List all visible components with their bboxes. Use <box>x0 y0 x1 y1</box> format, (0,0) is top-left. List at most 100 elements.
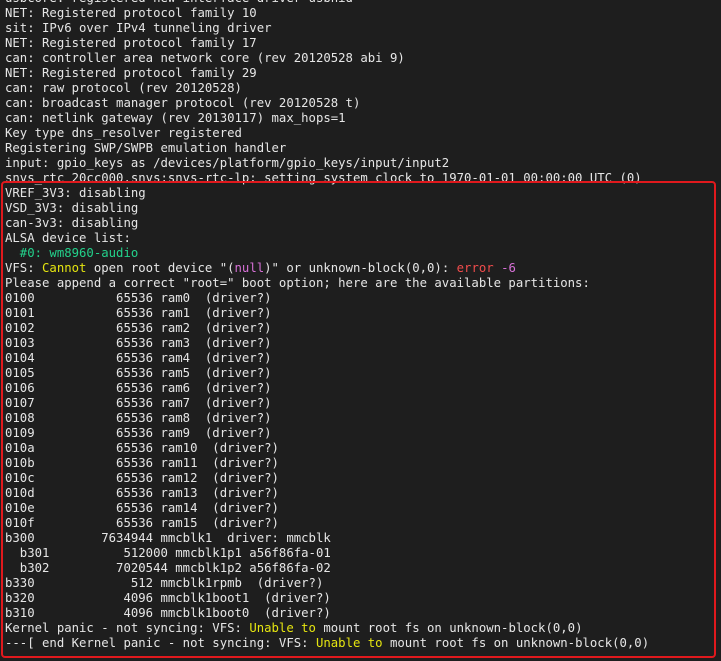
terminal-text-segment: ---[ end Kernel panic - not syncing: VFS… <box>5 636 316 650</box>
terminal-line: 0101 65536 ram1 (driver?) <box>5 306 649 321</box>
terminal-text-segment: b310 4096 mmcblk1boot0 (driver?) <box>5 606 331 620</box>
terminal-text-segment: 010b 65536 ram11 (driver?) <box>5 456 279 470</box>
terminal-line: ALSA device list: <box>5 231 649 246</box>
terminal-line: Kernel panic - not syncing: VFS: Unable … <box>5 621 649 636</box>
terminal-text-segment: 010c 65536 ram12 (driver?) <box>5 471 279 485</box>
terminal-line: can-3v3: disabling <box>5 216 649 231</box>
terminal-line: can: controller area network core (rev 2… <box>5 51 649 66</box>
terminal-line: can: netlink gateway (rev 20130117) max_… <box>5 111 649 126</box>
terminal-line: 010e 65536 ram14 (driver?) <box>5 501 649 516</box>
terminal-text-segment: Unable to <box>315 636 383 650</box>
terminal-line: VREF_3V3: disabling <box>5 186 649 201</box>
terminal-line: b302 7020544 mmcblk1p2 a56f86fa-02 <box>5 561 649 576</box>
terminal-text-segment: null <box>234 261 265 275</box>
terminal-line: 0100 65536 ram0 (driver?) <box>5 291 649 306</box>
terminal-window[interactable]: usbcore: registered new interface driver… <box>0 0 721 661</box>
terminal-text-segment: Key type dns_resolver registered <box>5 126 242 140</box>
terminal-text-segment: usbcore: registered new interface driver… <box>5 0 353 5</box>
terminal-text-segment: 010d 65536 ram13 (driver?) <box>5 486 279 500</box>
terminal-text-segment: can: broadcast manager protocol (rev 201… <box>5 96 361 110</box>
terminal-text-segment: snvs_rtc 20cc000.snvs:snvs-rtc-lp: setti… <box>5 171 642 185</box>
terminal-line: b301 512000 mmcblk1p1 a56f86fa-01 <box>5 546 649 561</box>
terminal-text-segment: Please append a correct "root=" boot opt… <box>5 276 590 290</box>
terminal-line: 010f 65536 ram15 (driver?) <box>5 516 649 531</box>
terminal-text-segment: b301 512000 mmcblk1p1 a56f86fa-01 <box>5 546 331 560</box>
terminal-line: can: raw protocol (rev 20120528) <box>5 81 649 96</box>
terminal-line: b300 7634944 mmcblk1 driver: mmcblk <box>5 531 649 546</box>
terminal-line: 0109 65536 ram9 (driver?) <box>5 426 649 441</box>
terminal-line: ---[ end Kernel panic - not syncing: VFS… <box>5 636 649 651</box>
terminal-line: NET: Registered protocol family 17 <box>5 36 649 51</box>
terminal-line: b320 4096 mmcblk1boot1 (driver?) <box>5 591 649 606</box>
terminal-text-segment: can-3v3: disabling <box>5 216 139 230</box>
terminal-text-segment: can: raw protocol (rev 20120528) <box>5 81 242 95</box>
terminal-text-segment: 0109 65536 ram9 (driver?) <box>5 426 272 440</box>
terminal-text-segment: can: netlink gateway (rev 20130117) max_… <box>5 111 346 125</box>
terminal-text-segment: b300 7634944 mmcblk1 driver: mmcblk <box>5 531 331 545</box>
terminal-text-segment: )" or unknown-block(0,0): <box>264 261 457 275</box>
terminal-line: 010b 65536 ram11 (driver?) <box>5 456 649 471</box>
terminal-line: can: broadcast manager protocol (rev 201… <box>5 96 649 111</box>
terminal-output: usbcore: registered new interface driver… <box>5 0 649 651</box>
terminal-text-segment: error <box>456 261 494 275</box>
terminal-text-segment: VFS: <box>5 261 43 275</box>
terminal-text-segment: b302 7020544 mmcblk1p2 a56f86fa-02 <box>5 561 331 575</box>
terminal-text-segment: 0100 65536 ram0 (driver?) <box>5 291 272 305</box>
terminal-line: 0103 65536 ram3 (driver?) <box>5 336 649 351</box>
terminal-line: #0: wm8960-audio <box>5 246 649 261</box>
terminal-text-segment: 0102 65536 ram2 (driver?) <box>5 321 272 335</box>
terminal-line: NET: Registered protocol family 10 <box>5 6 649 21</box>
terminal-line: 010c 65536 ram12 (driver?) <box>5 471 649 486</box>
terminal-text-segment: 010e 65536 ram14 (driver?) <box>5 501 279 515</box>
terminal-line: b330 512 mmcblk1rpmb (driver?) <box>5 576 649 591</box>
terminal-text-segment: 0104 65536 ram4 (driver?) <box>5 351 272 365</box>
terminal-text-segment: 0106 65536 ram6 (driver?) <box>5 381 272 395</box>
terminal-text-segment: 010a 65536 ram10 (driver?) <box>5 441 279 455</box>
terminal-line: 010d 65536 ram13 (driver?) <box>5 486 649 501</box>
terminal-line: b310 4096 mmcblk1boot0 (driver?) <box>5 606 649 621</box>
terminal-line: Registering SWP/SWPB emulation handler <box>5 141 649 156</box>
terminal-text-segment: 0107 65536 ram7 (driver?) <box>5 396 272 410</box>
terminal-line: 0107 65536 ram7 (driver?) <box>5 396 649 411</box>
terminal-text-segment: can: controller area network core (rev 2… <box>5 51 405 65</box>
terminal-line: NET: Registered protocol family 29 <box>5 66 649 81</box>
terminal-line: Key type dns_resolver registered <box>5 126 649 141</box>
terminal-text-segment: 0105 65536 ram5 (driver?) <box>5 366 272 380</box>
terminal-text-segment: VREF_3V3: disabling <box>5 186 146 200</box>
terminal-line: 010a 65536 ram10 (driver?) <box>5 441 649 456</box>
terminal-text-segment: -6 <box>501 261 516 275</box>
terminal-text-segment: Kernel panic - not syncing: VFS: <box>5 621 250 635</box>
terminal-text-segment: sit: IPv6 over IPv4 tunneling driver <box>5 21 272 35</box>
terminal-text-segment: input: gpio_keys as /devices/platform/gp… <box>5 156 450 170</box>
terminal-line: 0102 65536 ram2 (driver?) <box>5 321 649 336</box>
terminal-text-segment: NET: Registered protocol family 29 <box>5 66 257 80</box>
terminal-line: 0105 65536 ram5 (driver?) <box>5 366 649 381</box>
terminal-text-segment: 0101 65536 ram1 (driver?) <box>5 306 272 320</box>
terminal-text-segment: VSD_3V3: disabling <box>5 201 139 215</box>
terminal-text-segment: mount root fs on unknown-block(0,0) <box>382 636 650 650</box>
terminal-text-segment: Cannot <box>42 261 87 275</box>
terminal-line: VSD_3V3: disabling <box>5 201 649 216</box>
terminal-line: 0104 65536 ram4 (driver?) <box>5 351 649 366</box>
terminal-text-segment: NET: Registered protocol family 17 <box>5 36 257 50</box>
terminal-text-segment: open root device "( <box>86 261 235 275</box>
terminal-text-segment: 0103 65536 ram3 (driver?) <box>5 336 272 350</box>
terminal-text-segment: ALSA device list: <box>5 231 131 245</box>
terminal-text-segment: mount root fs on unknown-block(0,0) <box>315 621 583 635</box>
terminal-line: snvs_rtc 20cc000.snvs:snvs-rtc-lp: setti… <box>5 171 649 186</box>
terminal-line: Please append a correct "root=" boot opt… <box>5 276 649 291</box>
terminal-text-segment: Unable to <box>249 621 316 635</box>
terminal-line: 0106 65536 ram6 (driver?) <box>5 381 649 396</box>
terminal-text-segment: Registering SWP/SWPB emulation handler <box>5 141 287 155</box>
terminal-text-segment: #0: wm8960-audio <box>5 246 139 260</box>
terminal-line: VFS: Cannot open root device "(null)" or… <box>5 261 649 276</box>
terminal-text-segment: NET: Registered protocol family 10 <box>5 6 257 20</box>
terminal-line: input: gpio_keys as /devices/platform/gp… <box>5 156 649 171</box>
terminal-line: sit: IPv6 over IPv4 tunneling driver <box>5 21 649 36</box>
terminal-text-segment: b320 4096 mmcblk1boot1 (driver?) <box>5 591 331 605</box>
terminal-text-segment: 0108 65536 ram8 (driver?) <box>5 411 272 425</box>
terminal-text-segment: b330 512 mmcblk1rpmb (driver?) <box>5 576 324 590</box>
terminal-text-segment: 010f 65536 ram15 (driver?) <box>5 516 279 530</box>
terminal-line: 0108 65536 ram8 (driver?) <box>5 411 649 426</box>
